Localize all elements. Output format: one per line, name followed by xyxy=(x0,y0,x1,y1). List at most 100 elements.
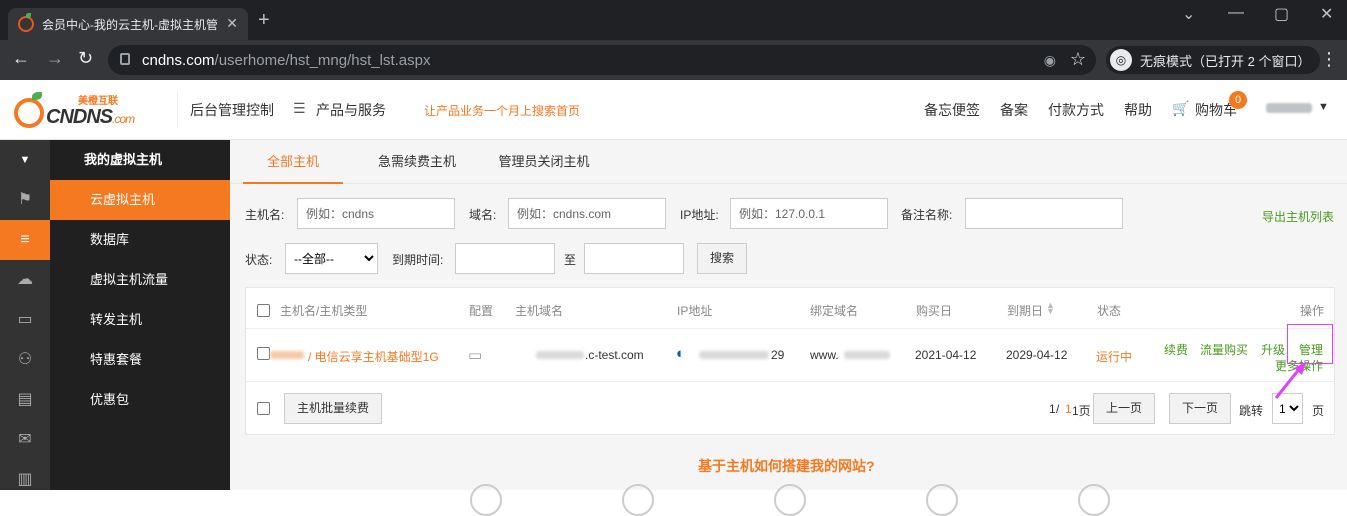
pager-total-unit: 1页 xyxy=(1072,404,1091,418)
incognito-label: 无痕模式（已打开 2 个窗口） xyxy=(1140,53,1311,69)
document-icon[interactable]: ▤ xyxy=(0,380,50,420)
telecom-icon: ◐ xyxy=(676,345,686,362)
address-bar[interactable]: cndns.com/userhome/hst_mng/hst_lst.aspx … xyxy=(108,45,1096,75)
tab-all-hosts[interactable]: 全部主机 xyxy=(243,140,343,184)
prev-page-button[interactable]: 上一页 xyxy=(1093,393,1155,424)
bookmark-star-icon[interactable]: ☆ xyxy=(1070,49,1086,70)
search-button[interactable]: 搜索 xyxy=(697,243,747,274)
flag-icon[interactable]: ⚑ xyxy=(0,180,50,220)
logo-brand-cn: 美橙互联 xyxy=(78,96,118,107)
ip-text: 29 xyxy=(771,348,785,362)
status-select[interactable]: --全部-- xyxy=(285,243,378,274)
step-icon-1 xyxy=(470,484,502,516)
user-name-blurred[interactable] xyxy=(1266,103,1312,113)
bind-domain-blurred xyxy=(844,351,890,359)
url-path: /userhome/hst_mng/hst_lst.aspx xyxy=(214,51,431,69)
select-all-checkbox[interactable] xyxy=(257,304,270,317)
sort-icon[interactable]: ▲ ▼ xyxy=(1046,301,1055,316)
sidebar-icon-bar: ▼ ⚑ ≡ ☁ ▭ ⚇ ▤ ✉ ▥ xyxy=(0,140,50,490)
col-ip: IP地址 xyxy=(677,304,713,318)
host-domain-blurred xyxy=(536,351,584,359)
sidebar-item-traffic[interactable]: 虚拟主机流量 xyxy=(50,260,230,300)
nav-console[interactable]: 后台管理控制 xyxy=(190,100,274,120)
col-config: 配置 xyxy=(469,304,494,318)
batch-select-checkbox[interactable] xyxy=(257,402,270,415)
sidebar-item-coupon[interactable]: 优惠包 xyxy=(50,380,230,420)
remark-input[interactable] xyxy=(965,198,1123,229)
ip-input[interactable] xyxy=(730,198,888,229)
col-buy-date: 购买日 xyxy=(916,304,953,318)
menu-list-icon[interactable]: ☰ xyxy=(293,100,306,117)
browser-tab[interactable]: 会员中心-我的云主机-虚拟主机管 ✕ xyxy=(8,8,248,40)
maximize-icon[interactable]: ▢ xyxy=(1274,4,1289,24)
pager-total-num: 1 xyxy=(1065,402,1072,416)
remark-label: 备注名称: xyxy=(901,208,953,222)
sidebar-item-cloud-host[interactable]: 云虚拟主机 xyxy=(50,180,230,220)
promo-link[interactable]: 让产品业务一个月上搜索首页 xyxy=(424,102,580,119)
site-favicon-icon xyxy=(18,13,34,32)
jump-label: 跳转 xyxy=(1239,404,1264,418)
nav-memo[interactable]: 备忘便签 xyxy=(924,100,980,120)
user-dropdown-icon[interactable]: ▼ xyxy=(1318,101,1329,113)
status-label: 状态: xyxy=(245,253,273,267)
main-content: 全部主机 急需续费主机 管理员关闭主机 主机名: 域名: IP地址: 备注名称:… xyxy=(230,140,1347,490)
sidebar-item-package[interactable]: 特惠套餐 xyxy=(50,340,230,380)
buy-date: 2021-04-12 xyxy=(915,348,977,362)
domain-input[interactable] xyxy=(508,198,666,229)
browser-menu-icon[interactable]: ⋮ xyxy=(1320,49,1338,70)
how-to-build-site-link[interactable]: 基于主机如何搭建我的网站? xyxy=(698,456,875,476)
tab-search-icon[interactable]: ⌄ xyxy=(1182,4,1195,24)
host-name-blurred[interactable] xyxy=(270,351,304,359)
sidebar-item-forward-host[interactable]: 转发主机 xyxy=(50,300,230,340)
browser-tab-strip: 会员中心-我的云主机-虚拟主机管 ✕ + ⌄ — ▢ ✕ xyxy=(0,0,1347,40)
minimize-icon[interactable]: — xyxy=(1228,4,1244,22)
tracking-blocked-icon[interactable]: ◉ xyxy=(1044,52,1056,69)
mail-icon[interactable]: ✉ xyxy=(0,420,50,460)
window-close-icon[interactable]: ✕ xyxy=(1320,4,1333,24)
batch-renew-button[interactable]: 主机批量续费 xyxy=(284,393,382,424)
next-page-button[interactable]: 下一页 xyxy=(1169,393,1231,424)
cart-icon[interactable]: 🛒 xyxy=(1172,100,1189,117)
chart-icon[interactable]: ▥ xyxy=(0,460,50,500)
nav-record[interactable]: 备案 xyxy=(1000,100,1028,120)
site-header: 美橙互联 CNDNS.com 后台管理控制 ☰ 产品与服务 让产品业务一个月上搜… xyxy=(0,80,1347,140)
browser-toolbar: ← → ↻ cndns.com/userhome/hst_mng/hst_lst… xyxy=(0,40,1347,80)
step-icon-4 xyxy=(926,484,958,516)
export-host-list-link[interactable]: 导出主机列表 xyxy=(1262,208,1334,225)
tab-renew-urgent[interactable]: 急需续费主机 xyxy=(357,140,477,184)
header-divider xyxy=(177,92,178,128)
nav-payment[interactable]: 付款方式 xyxy=(1048,100,1104,120)
traffic-buy-link[interactable]: 流量购买 xyxy=(1200,341,1248,358)
expire-start-input[interactable] xyxy=(455,243,555,274)
nav-products[interactable]: 产品与服务 xyxy=(316,100,386,120)
server-icon[interactable]: ≡ xyxy=(0,220,50,260)
logo-text: CNDNS.com xyxy=(46,106,135,128)
upgrade-link[interactable]: 升级 xyxy=(1261,341,1285,358)
reload-icon[interactable]: ↻ xyxy=(78,48,93,69)
new-tab-button[interactable]: + xyxy=(258,9,270,32)
row-checkbox[interactable] xyxy=(257,347,270,360)
cart-count-badge: 0 xyxy=(1229,91,1247,109)
site-logo[interactable]: 美橙互联 CNDNS.com xyxy=(12,88,152,132)
config-monitor-icon[interactable]: ▭ xyxy=(468,346,482,364)
sidebar-item-database[interactable]: 数据库 xyxy=(50,220,230,260)
collapse-caret-icon[interactable]: ▼ xyxy=(0,140,50,180)
monitor-icon[interactable]: ▭ xyxy=(0,300,50,340)
nav-help[interactable]: 帮助 xyxy=(1124,100,1152,120)
users-icon[interactable]: ⚇ xyxy=(0,340,50,380)
back-icon[interactable]: ← xyxy=(12,48,30,69)
expire-end-input[interactable] xyxy=(584,243,684,274)
col-expire-date[interactable]: 到期日 xyxy=(1007,302,1043,319)
host-name-input[interactable] xyxy=(297,198,455,229)
host-type-link[interactable]: / 电信云享主机基础型1G xyxy=(308,348,439,365)
sidebar-title: 我的虚拟主机 xyxy=(84,152,163,167)
tab-close-icon[interactable]: ✕ xyxy=(226,15,238,32)
cloud-icon[interactable]: ☁ xyxy=(0,260,50,300)
tab-admin-closed[interactable]: 管理员关闭主机 xyxy=(484,140,604,184)
forward-icon[interactable]: → xyxy=(46,48,64,69)
incognito-indicator[interactable]: ◎ 无痕模式（已打开 2 个窗口） xyxy=(1106,46,1321,74)
url-host: cndns.com xyxy=(142,51,215,69)
incognito-icon: ◎ xyxy=(1110,49,1132,71)
renew-link[interactable]: 续费 xyxy=(1164,341,1188,358)
header-divider-line xyxy=(246,328,1334,329)
